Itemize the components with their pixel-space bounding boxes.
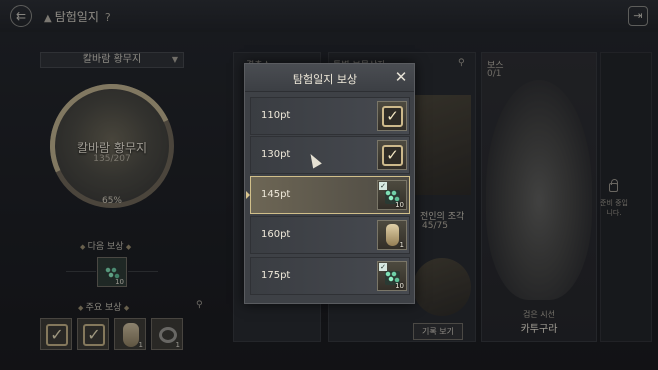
reward-item[interactable]: ✓ 10 <box>377 180 407 210</box>
reward-row-selected[interactable]: 145pt ✓ 10 <box>250 176 410 214</box>
selection-arrow-icon <box>246 191 250 199</box>
reward-item[interactable]: ✓ <box>377 140 407 170</box>
modal-title: 탐험일지 보상 <box>292 73 358 86</box>
reward-row[interactable]: 110pt ✓ <box>250 97 410 135</box>
reward-quantity: 1 <box>399 241 404 249</box>
reward-item[interactable]: ✓ 10 <box>377 261 407 291</box>
reward-row[interactable]: 175pt ✓ 10 <box>250 257 410 295</box>
check-icon: ✓ <box>382 106 403 127</box>
reward-item[interactable]: 1 <box>377 220 407 250</box>
reward-quantity: 10 <box>395 282 404 290</box>
reward-points: 175pt <box>261 270 291 281</box>
owned-check-icon: ✓ <box>379 182 387 190</box>
reward-points: 145pt <box>261 189 291 200</box>
check-icon: ✓ <box>382 145 403 166</box>
owned-check-icon: ✓ <box>379 263 387 271</box>
close-icon[interactable]: ✕ <box>393 69 409 85</box>
reward-points: 160pt <box>261 229 291 240</box>
reward-row[interactable]: 160pt 1 <box>250 216 410 254</box>
modal-header: 탐험일지 보상 ✕ <box>245 64 414 92</box>
rewards-modal: 탐험일지 보상 ✕ 110pt ✓ 130pt ✓ 145pt ✓ 10 160… <box>244 63 415 304</box>
reward-points: 110pt <box>261 110 291 121</box>
reward-quantity: 10 <box>395 201 404 209</box>
reward-row[interactable]: 130pt ✓ <box>250 136 410 174</box>
reward-item[interactable]: ✓ <box>377 101 407 131</box>
mask-icon <box>386 224 399 246</box>
reward-points: 130pt <box>261 149 291 160</box>
